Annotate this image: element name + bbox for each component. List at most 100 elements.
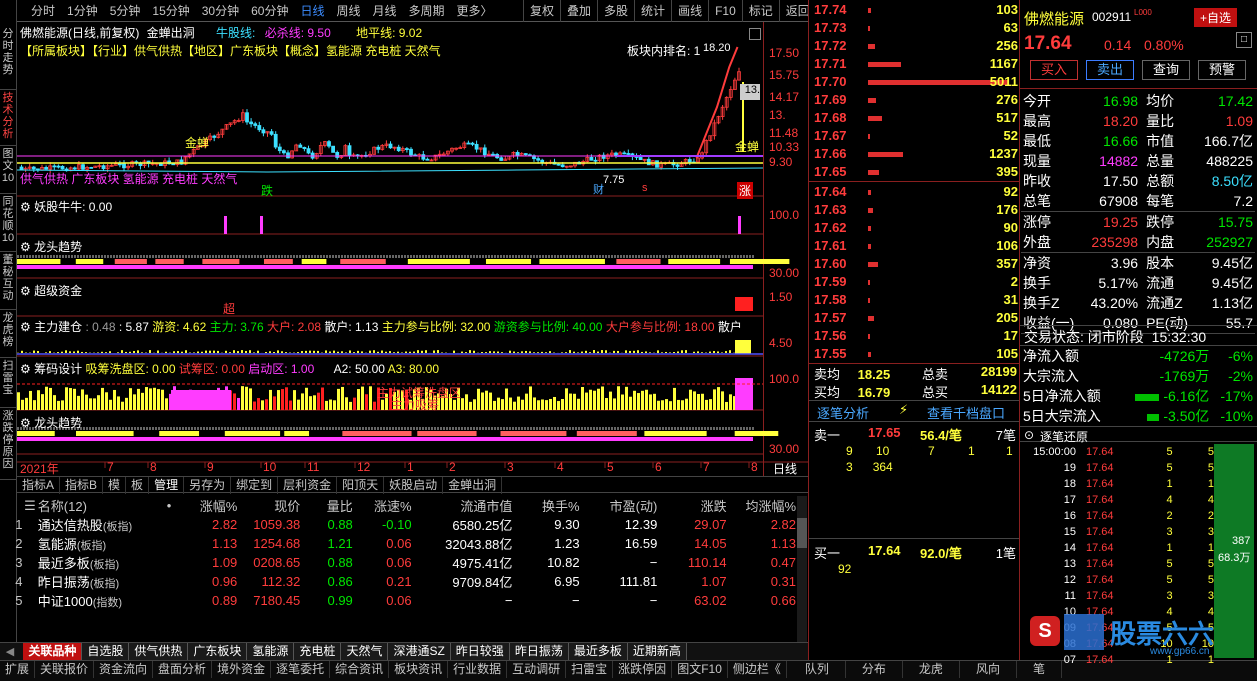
col-speed[interactable]: 涨速% <box>353 496 412 515</box>
period-monthly[interactable]: 月线 <box>367 0 403 22</box>
period-15m[interactable]: 15分钟 <box>146 0 195 22</box>
vtab-longhu[interactable]: 龙虎榜 <box>0 310 16 358</box>
gear-icon[interactable]: ⚙ <box>20 200 31 214</box>
col-lb[interactable]: 量比 <box>300 496 353 515</box>
zhubi-analysis-link[interactable]: 逐笔分析 <box>817 403 869 422</box>
subtab-save[interactable]: 另存为 <box>184 477 232 494</box>
period-daily[interactable]: 日线 <box>294 0 330 22</box>
status-item-17[interactable]: 风向 <box>960 661 1017 678</box>
ask-row[interactable]: 17.69 276 <box>812 91 1020 109</box>
bid-row[interactable]: 17.59 2 <box>812 273 1020 291</box>
col-price[interactable]: 现价 <box>237 496 300 515</box>
block-tab-2[interactable]: 供气供热 <box>129 643 189 660</box>
table-scrollbar[interactable] <box>797 496 807 642</box>
subtab-jinchan[interactable]: 金蝉出洞 <box>443 477 503 494</box>
bid-row[interactable]: 17.57 205 <box>812 309 1020 327</box>
vtab-zdt[interactable]: 涨跌停原因 <box>0 408 16 480</box>
status-item-4[interactable]: 境外资金 <box>212 661 272 678</box>
period-weekly[interactable]: 周线 <box>330 0 366 22</box>
table-row[interactable]: 2 氢能源(板指) 1.13 1254.68 1.21 0.06 32043.88亿 1.23… <box>0 534 796 553</box>
status-item-3[interactable]: 盘面分析 <box>153 661 213 678</box>
f10-button[interactable]: F10 <box>708 0 742 22</box>
col-mktcap[interactable]: 流通市值 <box>412 496 512 515</box>
gear-icon[interactable]: ⚙ <box>20 320 31 334</box>
gear-icon[interactable]: ⚙ <box>20 284 31 298</box>
alert-button[interactable]: 预警 <box>1198 60 1246 80</box>
row-name[interactable]: 最近多板(板指) <box>38 553 154 572</box>
status-item-10[interactable]: 扫雷宝 <box>566 661 614 678</box>
bid-row[interactable]: 17.60 357 <box>812 255 1020 273</box>
subtab-yaogu[interactable]: 妖股启动 <box>384 477 444 494</box>
status-item-7[interactable]: 板块资讯 <box>389 661 449 678</box>
bid-row[interactable]: 17.55 105 <box>812 345 1020 363</box>
multi-stock-button[interactable]: 多股 <box>597 0 634 22</box>
status-item-9[interactable]: 互动调研 <box>507 661 567 678</box>
bid-row[interactable]: 17.63 176 <box>812 201 1020 219</box>
chevron-down-icon[interactable]: ⊙ <box>1024 428 1034 442</box>
status-item-0[interactable]: 扩展 <box>0 661 36 678</box>
status-item-5[interactable]: 逐笔委托 <box>271 661 331 678</box>
subtab-celi[interactable]: 层利资金 <box>278 477 338 494</box>
period-5m[interactable]: 5分钟 <box>104 0 147 22</box>
row-name[interactable]: 昨日振荡(板指) <box>38 572 154 591</box>
block-tab-6[interactable]: 天然气 <box>341 643 389 660</box>
ask-row[interactable]: 17.66 1237 <box>812 145 1020 163</box>
ask-row[interactable]: 17.72 256 <box>812 37 1020 55</box>
ticks-title[interactable]: 逐笔还原 <box>1040 428 1088 445</box>
overlay-button[interactable]: 叠加 <box>560 0 597 22</box>
subtab-zbB[interactable]: 指标B <box>60 477 104 494</box>
status-item-14[interactable]: 队列 <box>789 661 846 678</box>
table-row[interactable]: 4 昨日振荡(板指) 0.96 112.32 0.86 0.21 9709.84亿 6.95 1… <box>0 572 796 591</box>
ask-row[interactable]: 17.70 5011 <box>812 73 1020 91</box>
stats-button[interactable]: 统计 <box>634 0 671 22</box>
table-row[interactable]: 1 通达信热股(板指) 2.82 1059.38 0.88 -0.10 6580.25亿 9.… <box>0 515 796 534</box>
vtab-dongmi[interactable]: 董秘互动 <box>0 252 16 310</box>
vtab-jishu[interactable]: 技术分析 <box>0 90 16 146</box>
status-item-6[interactable]: 综合资讯 <box>330 661 390 678</box>
block-tab-5[interactable]: 充电桩 <box>294 643 342 660</box>
block-tab-0[interactable]: 关联品种 <box>23 643 83 660</box>
ask-row[interactable]: 17.74 103 <box>812 1 1020 19</box>
bid-row[interactable]: 17.56 17 <box>812 327 1020 345</box>
sell-button[interactable]: 卖出 <box>1086 60 1134 80</box>
status-item-13[interactable]: 侧边栏《 <box>728 661 787 678</box>
ask-row[interactable]: 17.73 63 <box>812 19 1020 37</box>
bid-row[interactable]: 17.58 31 <box>812 291 1020 309</box>
vtab-saolei[interactable]: 扫雷宝 <box>0 358 16 408</box>
add-watchlist-button[interactable]: +自选 <box>1194 8 1238 27</box>
expand-icon[interactable]: □ <box>1236 32 1252 48</box>
col-turnover[interactable]: 换手% <box>512 496 580 515</box>
bid-row[interactable]: 17.61 106 <box>812 237 1020 255</box>
table-row[interactable]: 5 中证1000(指数) 0.89 7180.45 0.99 0.06 − − − 63.02 0.… <box>0 591 796 610</box>
status-item-11[interactable]: 涨跌停因 <box>613 661 673 678</box>
back-button[interactable]: 返回 <box>778 0 816 22</box>
block-tab-7[interactable]: 深港通SZ <box>388 643 451 660</box>
block-tab-8[interactable]: 昨日较强 <box>450 643 510 660</box>
subtab-guanli[interactable]: 管理 <box>149 477 185 494</box>
subtab-yangding[interactable]: 阳顶天 <box>337 477 385 494</box>
ask-row[interactable]: 17.68 517 <box>812 109 1020 127</box>
gear-icon[interactable]: ⚙ <box>20 240 31 254</box>
col-avgpct[interactable]: 均涨幅% <box>727 496 796 515</box>
subtab-zbA[interactable]: 指标A <box>17 477 61 494</box>
ask-row[interactable]: 17.71 1167 <box>812 55 1020 73</box>
vtab-ths[interactable]: 同花顺10 <box>0 194 16 252</box>
block-tab-9[interactable]: 昨日振荡 <box>509 643 569 660</box>
col-change[interactable]: 涨跌 <box>657 496 727 515</box>
period-30m[interactable]: 30分钟 <box>196 0 245 22</box>
fuquan-button[interactable]: 复权 <box>523 0 560 22</box>
row-name[interactable]: 中证1000(指数) <box>38 591 154 610</box>
draw-button[interactable]: 画线 <box>671 0 708 22</box>
buy-button[interactable]: 买入 <box>1030 60 1078 80</box>
col-pct[interactable]: 涨幅% <box>185 496 238 515</box>
block-tab-1[interactable]: 自选股 <box>82 643 130 660</box>
period-60m[interactable]: 60分钟 <box>245 0 294 22</box>
period-more[interactable]: 更多〉 <box>451 0 499 22</box>
row-name[interactable]: 氢能源(板指) <box>38 534 154 553</box>
mark-button[interactable]: 标记 <box>741 0 779 22</box>
menu-icon[interactable]: ☰ <box>0 496 38 515</box>
period-1m[interactable]: 1分钟 <box>61 0 104 22</box>
depth-link[interactable]: 查看千档盘口 <box>927 403 1005 422</box>
status-item-1[interactable]: 关联报价 <box>35 661 95 678</box>
block-tab-11[interactable]: 近期新高 <box>627 643 687 660</box>
